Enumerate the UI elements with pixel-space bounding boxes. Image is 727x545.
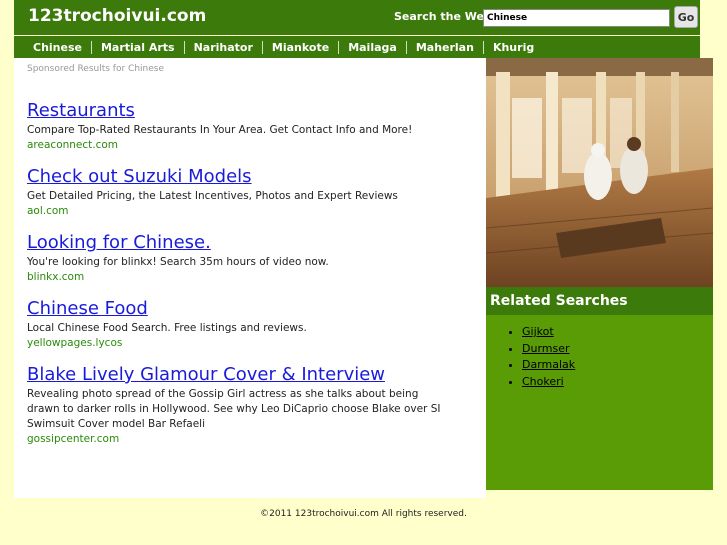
search-input[interactable] <box>483 9 670 27</box>
site-title[interactable]: 123trochoivui.com <box>28 6 206 26</box>
related-link-gijkot[interactable]: Gijkot <box>522 325 554 338</box>
result-description: Get Detailed Pricing, the Latest Incenti… <box>27 190 398 202</box>
nav-item-maherlan[interactable]: Maherlan <box>405 40 483 54</box>
related-searches-list: Gijkot Durmser Darmalak Chokeri <box>522 324 575 390</box>
results-panel: Sponsored Results for Chinese Restaurant… <box>14 58 486 498</box>
go-button[interactable]: Go <box>674 6 698 28</box>
result-description: Revealing photo spread of the Gossip Gir… <box>27 388 441 430</box>
results-list: Restaurants Compare Top-Rated Restaurant… <box>27 100 447 460</box>
result-url[interactable]: gossipcenter.com <box>27 432 447 446</box>
result-item: Chinese Food Local Chinese Food Search. … <box>27 298 447 350</box>
result-title-link[interactable]: Chinese Food <box>27 298 447 320</box>
result-description: Compare Top-Rated Restaurants In Your Ar… <box>27 124 413 136</box>
result-url[interactable]: aol.com <box>27 204 447 218</box>
result-item: Blake Lively Glamour Cover & Interview R… <box>27 364 447 446</box>
nav-item-chinese[interactable]: Chinese <box>24 41 91 54</box>
result-item: Restaurants Compare Top-Rated Restaurant… <box>27 100 447 152</box>
related-item: Gijkot <box>522 324 575 341</box>
result-item: Looking for Chinese. You're looking for … <box>27 232 447 284</box>
mosque-photo <box>486 58 713 287</box>
result-url[interactable]: areaconnect.com <box>27 138 447 152</box>
result-title-link[interactable]: Looking for Chinese. <box>27 232 447 254</box>
nav-item-mailaga[interactable]: Mailaga <box>338 40 406 54</box>
result-title-link[interactable]: Blake Lively Glamour Cover & Interview <box>27 364 447 386</box>
related-link-chokeri[interactable]: Chokeri <box>522 375 564 388</box>
nav-item-narihator[interactable]: Narihator <box>183 40 262 54</box>
nav-item-martial-arts[interactable]: Martial Arts <box>90 40 184 54</box>
result-url[interactable]: yellowpages.lycos <box>27 336 447 350</box>
result-description: Local Chinese Food Search. Free listings… <box>27 322 307 334</box>
nav-item-miankote[interactable]: Miankote <box>261 40 338 54</box>
footer-copyright: ©2011 123trochoivui.com All rights reser… <box>260 509 467 519</box>
mosque-photo-image <box>486 58 713 287</box>
result-title-link[interactable]: Check out Suzuki Models <box>27 166 447 188</box>
search-label: Search the Web: <box>394 10 497 23</box>
result-item: Check out Suzuki Models Get Detailed Pri… <box>27 166 447 218</box>
related-item: Durmser <box>522 341 575 358</box>
nav-bar: Chinese Martial Arts Narihator Miankote … <box>14 36 700 58</box>
site-header: 123trochoivui.com Search the Web: Go <box>14 0 700 35</box>
related-searches-title: Related Searches <box>486 287 713 315</box>
related-item: Darmalak <box>522 357 575 374</box>
related-link-durmser[interactable]: Durmser <box>522 342 570 355</box>
result-description: You're looking for blinkx! Search 35m ho… <box>27 256 329 268</box>
result-url[interactable]: blinkx.com <box>27 270 447 284</box>
sponsored-label: Sponsored Results for Chinese <box>27 64 164 74</box>
result-title-link[interactable]: Restaurants <box>27 100 447 122</box>
sidebar: Related Searches Gijkot Durmser Darmalak… <box>486 58 713 490</box>
related-item: Chokeri <box>522 374 575 391</box>
related-link-darmalak[interactable]: Darmalak <box>522 358 575 371</box>
nav-item-khurig[interactable]: Khurig <box>482 40 543 54</box>
